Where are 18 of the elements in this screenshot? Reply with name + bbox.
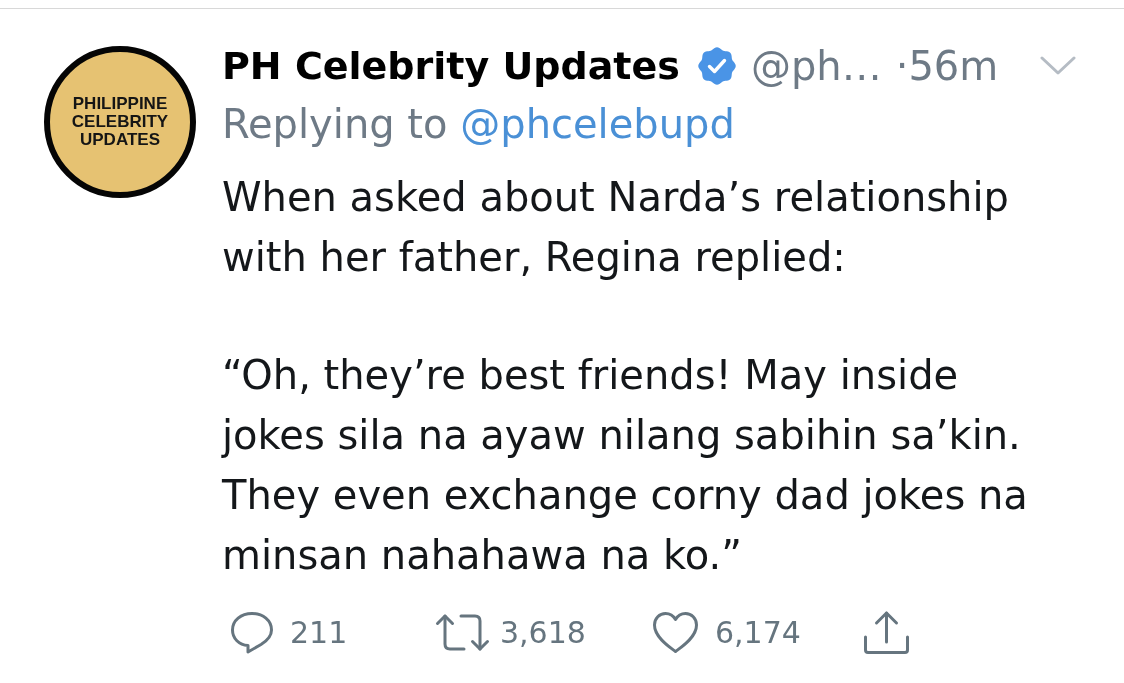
like-button[interactable]: 6,174	[652, 610, 801, 654]
speech-bubble-icon	[230, 610, 274, 654]
timestamp: 56m	[908, 42, 999, 90]
separator-dot: ·	[895, 42, 909, 90]
share-upload-icon	[863, 609, 910, 655]
repost-arrows-icon	[435, 612, 490, 652]
avatar[interactable]: PHILIPPINE CELEBRITY UPDATES	[44, 46, 196, 198]
author-handle: @ph…	[750, 42, 882, 90]
mention-link[interactable]: @phcelebupd	[460, 101, 735, 147]
reply-button[interactable]: 211	[230, 610, 348, 654]
share-button[interactable]	[863, 609, 910, 655]
tweet-text: “Oh, they’re best friends! May inside jokes sila na ayaw nilang sabihin sa’kin. They even exchange corny dad jokes na minsan nahahawa na ko.”	[222, 351, 1028, 580]
logo-text: PHILIPPINE CELEBRITY UPDATES	[71, 95, 169, 149]
author-name: PH Celebrity Updates	[222, 43, 680, 89]
tweet-text: When asked about Narda’s relationship with her father, Regina replied:	[222, 173, 1009, 282]
reply-context-text: Replying to @phcelebupd	[222, 100, 735, 149]
retweet-button[interactable]: 3,618	[435, 612, 586, 652]
heart-icon	[652, 610, 699, 654]
